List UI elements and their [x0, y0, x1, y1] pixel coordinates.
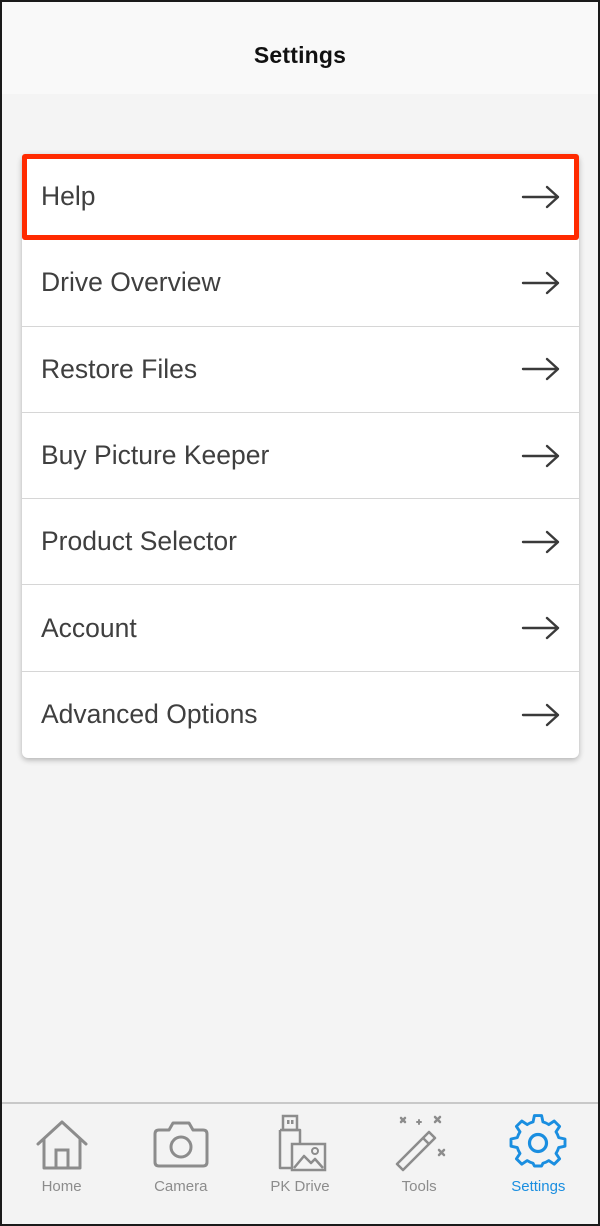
- arrow-right-icon: [521, 271, 560, 295]
- menu-item-label: Advanced Options: [41, 699, 258, 730]
- menu-item-product-selector[interactable]: Product Selector: [22, 499, 579, 586]
- tab-label: Tools: [401, 1178, 437, 1195]
- arrow-right-icon: [521, 530, 560, 554]
- menu-item-buy-picture-keeper[interactable]: Buy Picture Keeper: [22, 413, 579, 500]
- camera-icon: [153, 1121, 209, 1168]
- settings-menu: Help Drive Overview Restore Files Buy Pi…: [22, 154, 579, 759]
- menu-item-label: Restore Files: [41, 353, 198, 384]
- tab-label: Home: [41, 1178, 82, 1195]
- menu-item-drive-overview[interactable]: Drive Overview: [22, 240, 579, 327]
- tab-pk-drive[interactable]: PK Drive: [240, 1104, 359, 1224]
- arrow-right-icon: [521, 703, 560, 727]
- menu-item-account[interactable]: Account: [22, 585, 579, 672]
- menu-item-label: Drive Overview: [41, 267, 221, 298]
- magic-wand-icon: [395, 1115, 446, 1172]
- tab-label: PK Drive: [270, 1178, 330, 1195]
- arrow-right-icon: [521, 616, 560, 640]
- arrow-right-icon: [521, 358, 560, 381]
- tab-label: Settings: [511, 1178, 566, 1195]
- tab-home[interactable]: Home: [2, 1104, 121, 1224]
- menu-item-label: Product Selector: [41, 526, 237, 557]
- arrow-right-icon: [521, 444, 560, 467]
- page-title: Settings: [253, 42, 347, 68]
- menu-item-restore-files[interactable]: Restore Files: [22, 327, 579, 413]
- tab-label: Camera: [154, 1178, 208, 1195]
- gear-icon: [509, 1114, 567, 1168]
- pk-drive-icon: [278, 1114, 327, 1172]
- app-screen: Settings Help Drive Overview Restore Fil…: [0, 0, 600, 1226]
- nav-header: Settings: [2, 2, 598, 94]
- menu-item-label: Help: [41, 181, 96, 212]
- home-icon: [36, 1120, 88, 1170]
- tab-camera[interactable]: Camera: [121, 1104, 240, 1224]
- tab-settings[interactable]: Settings: [479, 1104, 598, 1224]
- menu-item-label: Account: [41, 612, 137, 643]
- tab-tools[interactable]: Tools: [360, 1104, 479, 1224]
- menu-item-label: Buy Picture Keeper: [41, 440, 270, 471]
- bottom-tab-bar: Home Camera PK Drive Tools Settings: [2, 1102, 598, 1224]
- menu-item-advanced-options[interactable]: Advanced Options: [22, 672, 579, 758]
- arrow-right-icon: [521, 185, 560, 208]
- menu-item-help[interactable]: Help: [22, 154, 579, 241]
